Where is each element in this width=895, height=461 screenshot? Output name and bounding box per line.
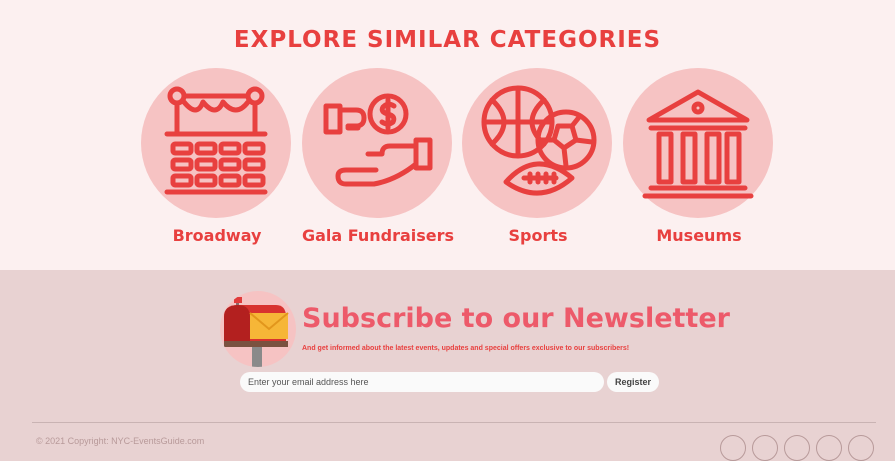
museum-building-icon — [642, 89, 754, 199]
category-sports-circle[interactable] — [462, 68, 612, 218]
instagram-icon[interactable] — [784, 435, 810, 461]
newsletter-section: Subscribe to our Newsletter And get info… — [0, 270, 895, 461]
facebook-icon[interactable] — [720, 435, 746, 461]
twitter-icon[interactable] — [752, 435, 778, 461]
categories-section: Explore Similar Categories — [0, 0, 895, 270]
email-input[interactable] — [240, 372, 604, 392]
category-gala-fundraisers[interactable]: Gala Fundraisers — [302, 68, 454, 245]
footer-divider — [32, 422, 876, 423]
youtube-icon[interactable] — [816, 435, 842, 461]
category-broadway-circle[interactable] — [141, 68, 291, 218]
category-label[interactable]: Museums — [593, 226, 805, 245]
category-museums[interactable]: Museums — [623, 68, 775, 245]
category-broadway[interactable]: Broadway — [141, 68, 293, 245]
category-museums-circle[interactable] — [623, 68, 773, 218]
linkedin-icon[interactable] — [848, 435, 874, 461]
section-heading: Explore Similar Categories — [233, 27, 662, 53]
donation-hand-icon — [323, 93, 433, 187]
mailbox-icon — [220, 291, 296, 367]
newsletter-subtitle: And get informed about the latest events… — [302, 345, 630, 352]
newsletter-title: Subscribe to our Newsletter — [302, 303, 730, 334]
category-gala-circle[interactable] — [302, 68, 452, 218]
theater-stage-icon — [164, 86, 268, 195]
sports-balls-icon — [481, 85, 597, 196]
register-button[interactable]: Register — [607, 372, 659, 392]
category-sports[interactable]: Sports — [462, 68, 614, 245]
